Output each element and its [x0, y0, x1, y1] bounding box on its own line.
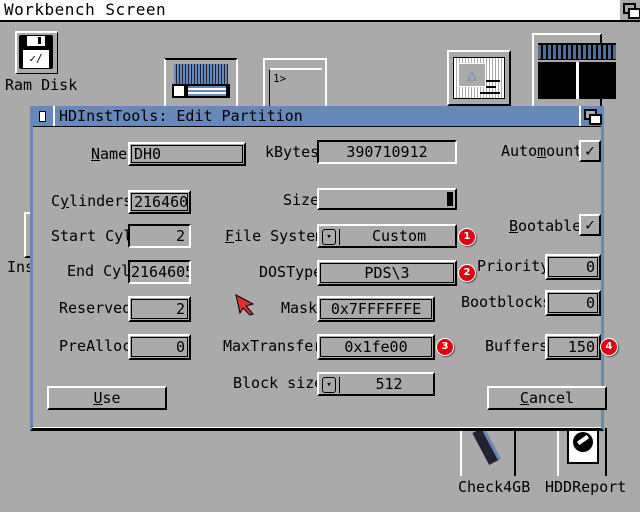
automount-checkbox[interactable]: ✓ [579, 140, 601, 162]
edit-partition-window: HDInstTools: Edit Partition Name DH0 kBy… [30, 106, 618, 431]
dostype-input[interactable]: PDS\3 [317, 260, 457, 286]
hddreport-icon[interactable] [557, 428, 607, 476]
close-gadget[interactable] [33, 106, 55, 126]
check4gb-icon[interactable] [460, 427, 516, 476]
prefs-tools-icon[interactable] [164, 58, 238, 108]
cycle-icon: ▾ [322, 228, 336, 245]
annotation-badge-2: 2 [458, 264, 476, 282]
file-system-label: File System [225, 227, 325, 245]
priority-label: Priority [477, 257, 550, 275]
bootable-checkbox[interactable]: ✓ [579, 214, 601, 236]
window-title-bar[interactable]: HDInstTools: Edit Partition [33, 106, 602, 127]
use-button-label: Use [93, 389, 121, 407]
mask-label: Mask [281, 299, 318, 317]
reserved-input[interactable]: 2 [128, 296, 191, 322]
bootblocks-input[interactable]: 0 [545, 290, 601, 316]
mask-input[interactable]: 0x7FFFFFFE [317, 296, 435, 322]
kbytes-label: kBytes [265, 143, 320, 161]
size-slider[interactable] [317, 188, 457, 210]
size-slider-knob[interactable] [447, 192, 453, 206]
annotation-badge-1: 1 [458, 228, 476, 246]
picture-viewer-icon[interactable]: △ [447, 50, 511, 106]
kbytes-value: 390710912 [317, 140, 457, 164]
cancel-button[interactable]: Cancel [487, 386, 607, 410]
block-size-cycle[interactable]: ▾ 512 [317, 372, 435, 396]
file-system-value: Custom [371, 227, 427, 245]
screen-title-bar: Workbench Screen [0, 0, 640, 22]
file-system-cycle[interactable]: ▾ Custom [317, 224, 457, 248]
prealloc-label: PreAlloc [59, 337, 132, 355]
close-icon [39, 111, 46, 122]
check4gb-label: Check4GB [458, 478, 531, 496]
use-button[interactable]: Use [47, 386, 167, 410]
start-cyl-input[interactable]: 2 [128, 224, 191, 248]
name-label: Name [91, 145, 128, 163]
name-input[interactable]: DH0 [128, 142, 246, 166]
buffers-label: Buffers [485, 337, 549, 355]
block-size-value: 512 [375, 375, 403, 393]
bootable-label: Bootable [509, 217, 582, 235]
maxtransfer-input[interactable]: 0x1fe00 [317, 334, 435, 360]
start-cyl-label: Start Cyl [51, 227, 133, 245]
cylinders-input[interactable]: 216460 [128, 190, 191, 214]
floppy-disk-icon: ✓/ [19, 35, 53, 69]
probe-tool-icon [472, 427, 501, 465]
window-depth-gadget[interactable] [579, 106, 602, 126]
ram-disk-icon[interactable]: ✓/ [15, 31, 58, 74]
bootblocks-label: Bootblocks [461, 293, 552, 311]
text-editor-icon[interactable] [532, 33, 616, 107]
annotation-badge-3: 3 [436, 338, 454, 356]
annotation-badge-4: 4 [600, 338, 618, 356]
report-document-icon [567, 428, 599, 464]
ram-disk-label: Ram Disk [5, 76, 78, 94]
cylinders-label: Cylinders [51, 192, 133, 210]
hddreport-label: HDDReport [545, 478, 627, 496]
size-label: Size [283, 191, 320, 209]
end-cyl-label: End Cyl [67, 262, 131, 280]
buffers-input[interactable]: 150 [545, 334, 601, 360]
screen-title: Workbench Screen [4, 0, 167, 19]
shell-icon[interactable]: 1> [263, 58, 327, 110]
cancel-button-label: Cancel [519, 389, 575, 407]
end-cyl-input[interactable]: 2164605 [128, 260, 191, 284]
screen-depth-gadget[interactable] [620, 0, 640, 20]
priority-input[interactable]: 0 [545, 254, 601, 280]
window-title: HDInstTools: Edit Partition [59, 107, 303, 125]
automount-label: Automount [501, 142, 583, 160]
mouse-pointer-icon [235, 294, 257, 316]
maxtransfer-label: MaxTransfer [223, 337, 323, 355]
block-size-label: Block size [233, 374, 324, 392]
dostype-label: DOSType [259, 263, 323, 281]
prealloc-input[interactable]: 0 [128, 334, 191, 360]
reserved-label: Reserved [59, 299, 132, 317]
cycle-icon: ▾ [322, 376, 336, 393]
